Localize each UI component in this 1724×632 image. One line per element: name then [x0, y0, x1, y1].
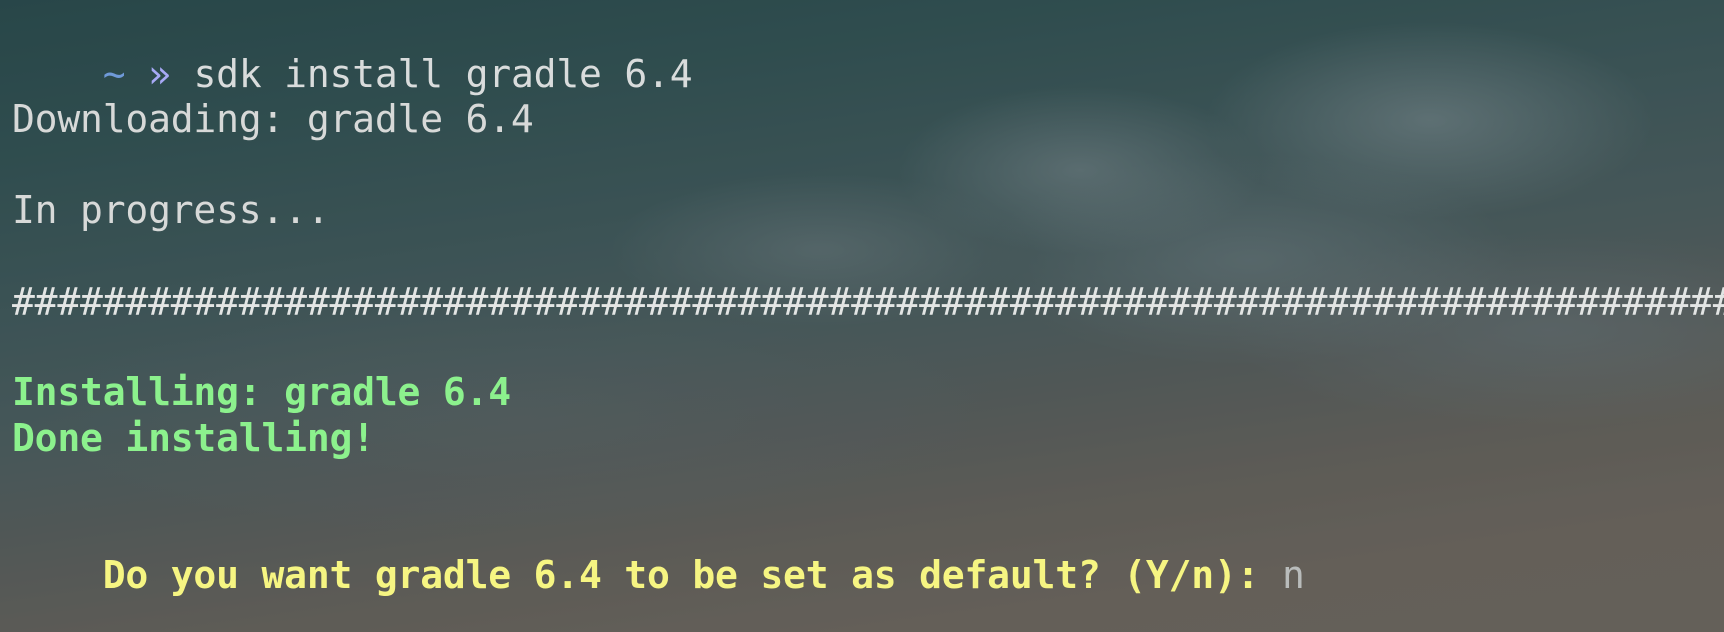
terminal-output[interactable]: ~ » sdk install gradle 6.4 Downloading: …	[12, 0, 1724, 632]
downloading-line: Downloading: gradle 6.4	[12, 97, 534, 141]
command-line: ~ » sdk install gradle 6.4	[12, 5, 693, 96]
prompt-home-tilde: ~	[102, 52, 126, 96]
in-progress-line: In progress...	[12, 188, 330, 232]
command-text: sdk install gradle 6.4	[193, 52, 693, 96]
user-answer: n	[1281, 553, 1305, 597]
installing-line: Installing: gradle 6.4	[12, 370, 511, 414]
default-question-text: Do you want gradle 6.4 to be set as defa…	[102, 553, 1260, 597]
prompt-arrow-icon: »	[148, 52, 171, 96]
done-installing-line: Done installing!	[12, 416, 375, 460]
progress-bar-hashes: ########################################…	[12, 280, 1724, 324]
default-question-line: Do you want gradle 6.4 to be set as defa…	[12, 506, 1305, 597]
